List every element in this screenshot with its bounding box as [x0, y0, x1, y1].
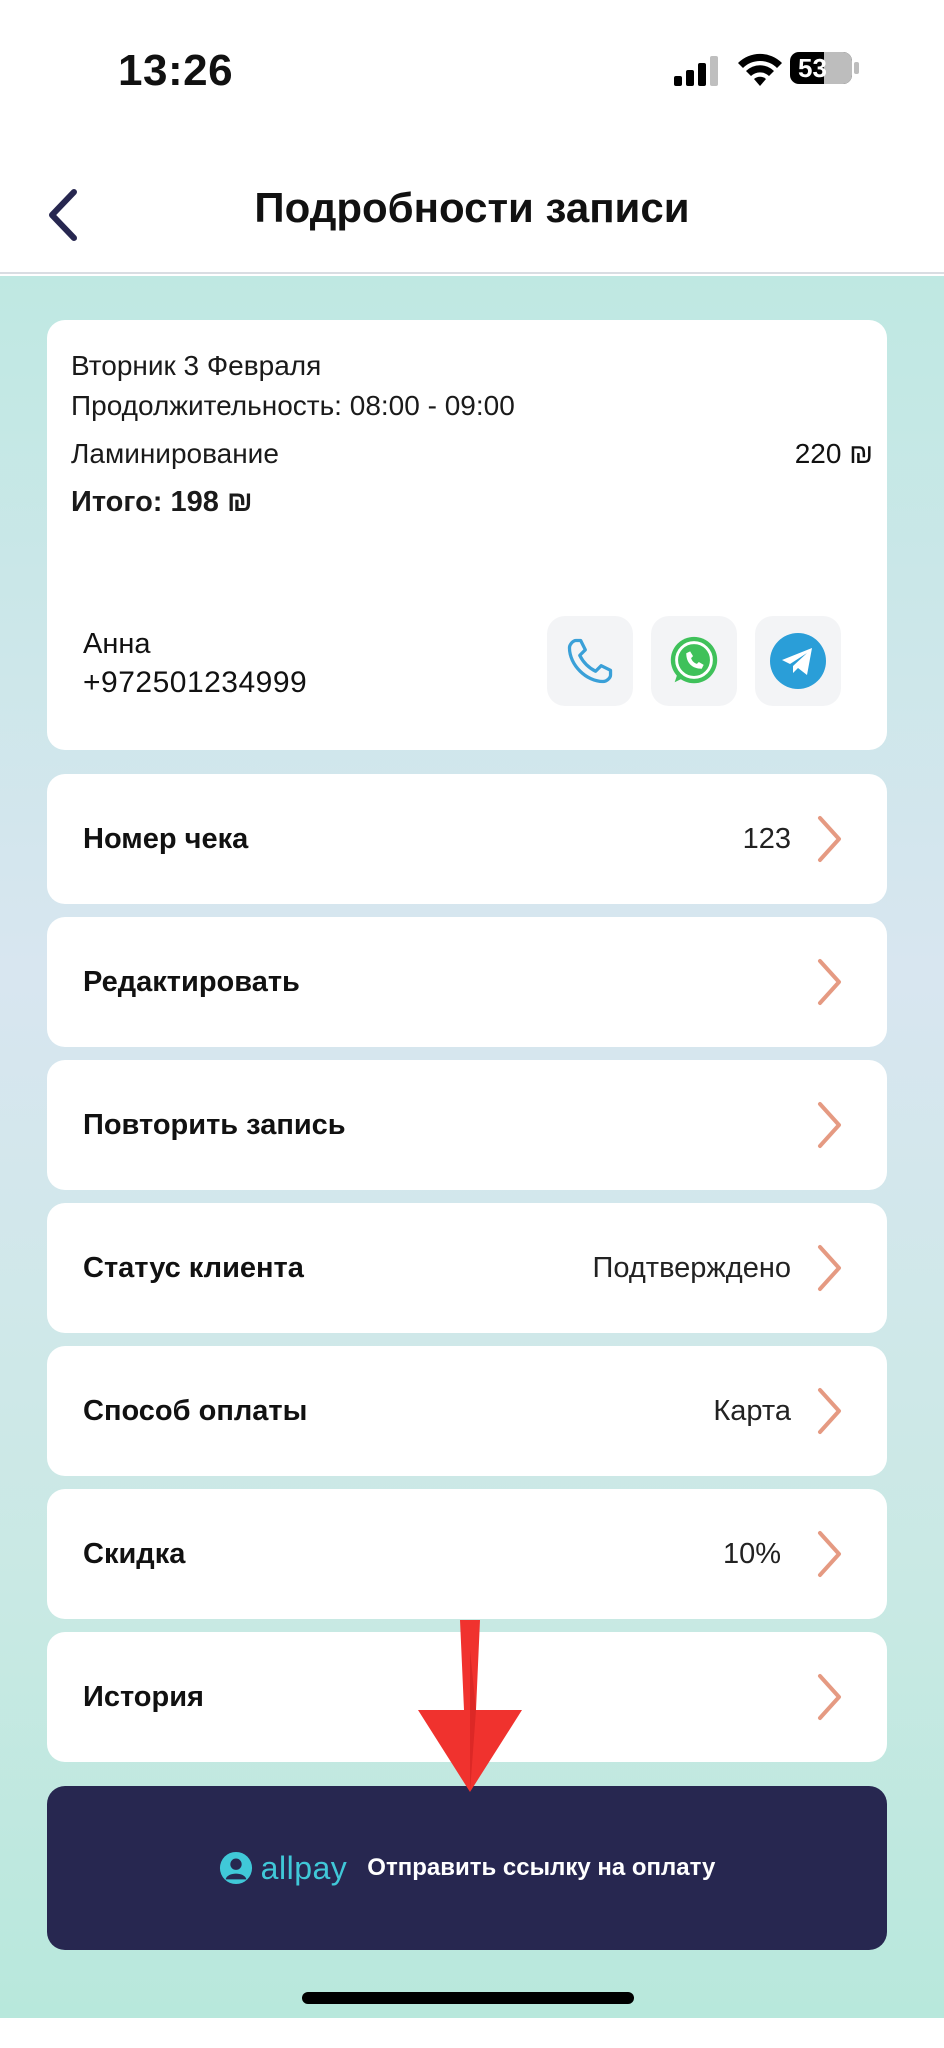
- row-value: Карта: [713, 1394, 791, 1427]
- status-time: 13:26: [118, 46, 234, 95]
- battery-icon: 53: [790, 50, 860, 86]
- service-name: Ламинирование: [71, 438, 279, 469]
- repeat-appointment-row[interactable]: Повторить запись: [47, 1060, 887, 1190]
- service-price: 220 ₪: [794, 438, 873, 469]
- appointment-date: Вторник 3 Февраля: [71, 350, 322, 381]
- client-phone: +972501234999: [83, 666, 308, 699]
- telegram-button[interactable]: [755, 616, 841, 706]
- allpay-user-icon: [219, 1851, 252, 1885]
- row-value: Подтверждено: [592, 1251, 791, 1284]
- row-value: 10%: [722, 1537, 781, 1570]
- nav-bar: Подробности записи: [0, 140, 944, 274]
- row-value: 123: [742, 822, 791, 855]
- home-indicator: [302, 1992, 634, 2004]
- chevron-right-icon: [818, 1388, 841, 1434]
- client-status-row[interactable]: Статус клиента Подтверждено: [47, 1203, 887, 1333]
- edit-row[interactable]: Редактировать: [47, 917, 887, 1047]
- payment-method-row[interactable]: Способ оплаты Карта: [47, 1346, 887, 1476]
- page-title: Подробности записи: [254, 184, 690, 231]
- wifi-icon: [738, 53, 782, 86]
- telegram-icon: [770, 633, 826, 689]
- battery-level: 53: [798, 53, 827, 83]
- phone-icon: [567, 638, 613, 684]
- appointment-info-card: Вторник 3 Февраля Продолжительность: 08:…: [47, 320, 887, 750]
- chevron-right-icon: [818, 1674, 841, 1720]
- row-label: Редактировать: [83, 965, 300, 998]
- send-payment-link-button[interactable]: allpay Отправить ссылку на оплату: [47, 1786, 887, 1950]
- allpay-logo: allpay: [219, 1850, 348, 1887]
- row-label: История: [83, 1680, 204, 1713]
- status-bar: 13:26 53: [0, 0, 944, 140]
- row-label: Статус клиента: [83, 1251, 304, 1284]
- row-label: Номер чека: [83, 822, 249, 855]
- client-name: Анна: [83, 628, 151, 660]
- pay-button-label: Отправить ссылку на оплату: [367, 1854, 716, 1881]
- chevron-right-icon: [818, 1531, 841, 1577]
- whatsapp-icon: [670, 636, 718, 684]
- red-arrow-annotation-icon: [418, 1620, 522, 1792]
- call-button[interactable]: [547, 616, 633, 706]
- appointment-duration: Продолжительность: 08:00 - 09:00: [71, 390, 515, 421]
- row-label: Способ оплаты: [83, 1394, 308, 1427]
- row-label: Повторить запись: [83, 1108, 346, 1141]
- receipt-number-row[interactable]: Номер чека 123: [47, 774, 887, 904]
- signal-icon: [674, 56, 718, 86]
- total-amount: Итого: 198 ₪: [71, 486, 253, 518]
- whatsapp-button[interactable]: [651, 616, 737, 706]
- row-label: Скидка: [83, 1537, 186, 1570]
- chevron-right-icon: [818, 1102, 841, 1148]
- chevron-right-icon: [818, 816, 841, 862]
- discount-row[interactable]: Скидка 10%: [47, 1489, 887, 1619]
- chevron-right-icon: [818, 959, 841, 1005]
- chevron-right-icon: [818, 1245, 841, 1291]
- allpay-logo-text: allpay: [260, 1849, 348, 1886]
